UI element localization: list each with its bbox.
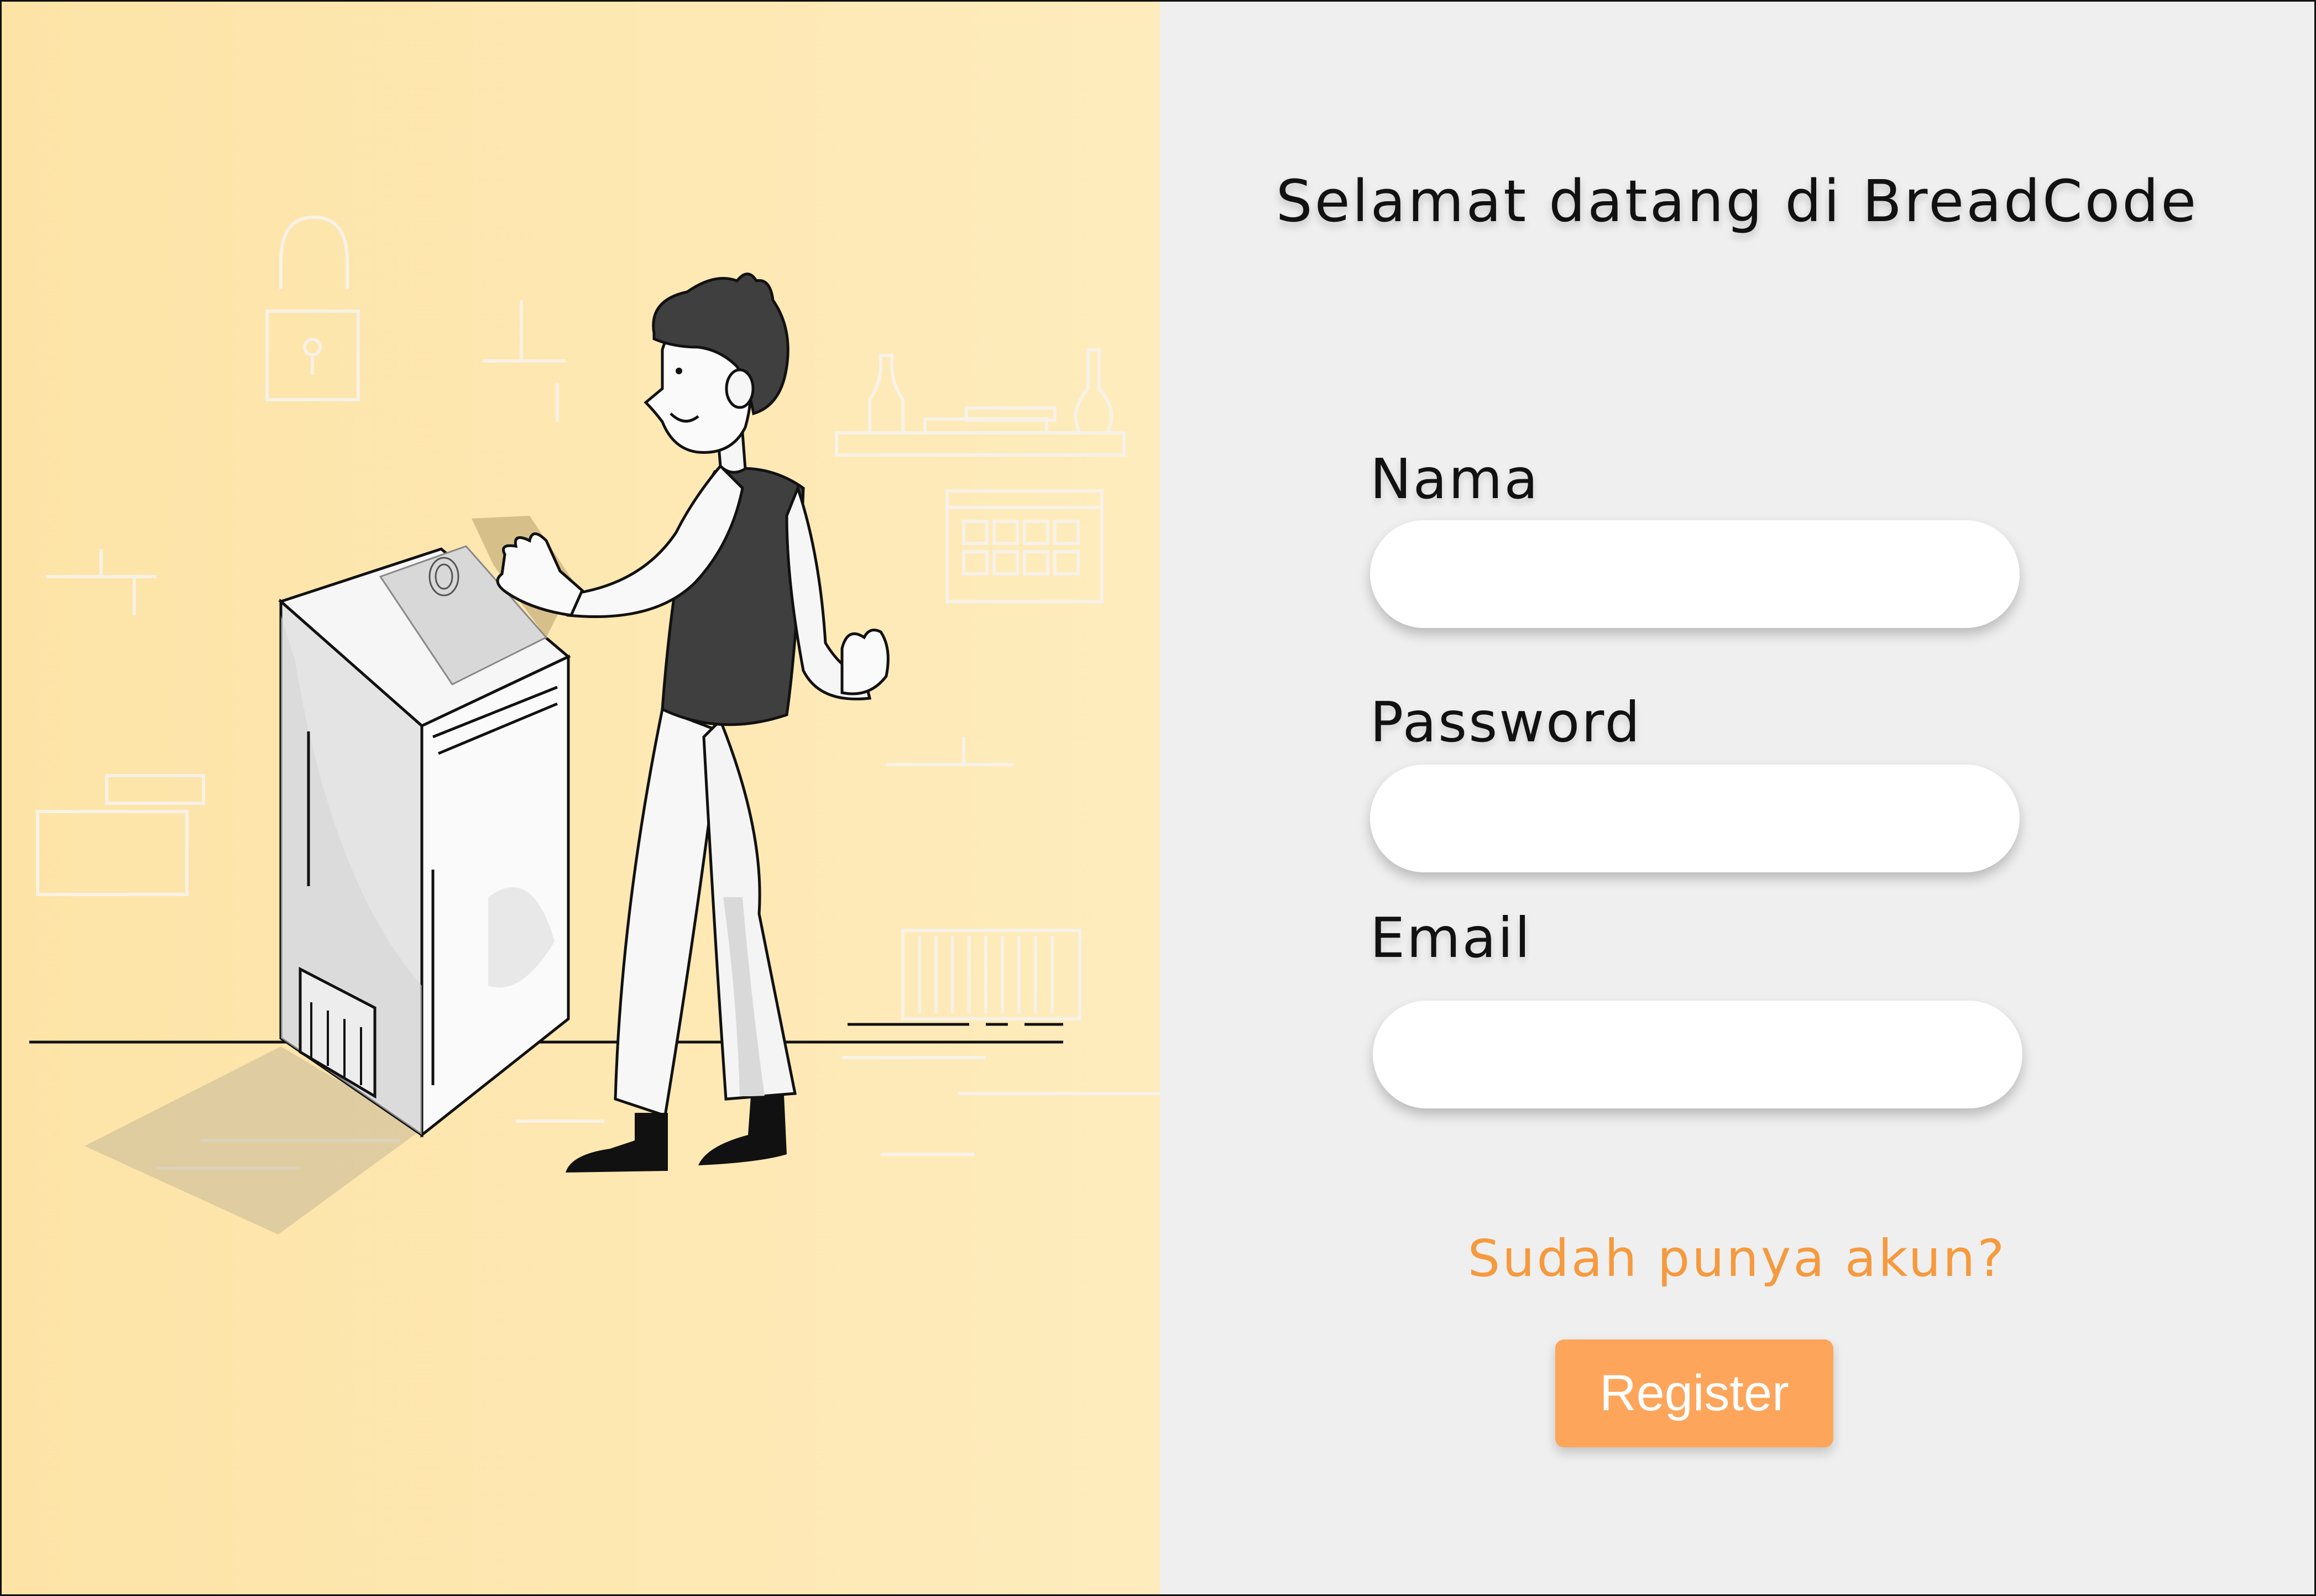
app-frame: Selamat datang di BreadCode Nama Passwor… xyxy=(0,0,2316,1596)
page-title: Selamat datang di BreadCode xyxy=(1275,168,2199,235)
login-link[interactable]: Sudah punya akun? xyxy=(1160,1229,2314,1288)
email-input[interactable] xyxy=(1373,1001,2022,1108)
register-button[interactable]: Register xyxy=(1555,1339,1833,1447)
name-label: Nama xyxy=(1370,447,1540,511)
password-input[interactable] xyxy=(1370,765,2020,872)
email-label: Email xyxy=(1370,906,1532,970)
illustration-panel xyxy=(2,2,1160,1594)
name-input[interactable] xyxy=(1370,520,2020,628)
register-form-panel: Selamat datang di BreadCode Nama Passwor… xyxy=(1160,2,2314,1594)
person-fingerprint-scanner-illustration xyxy=(29,215,1160,1234)
password-label: Password xyxy=(1370,690,1642,755)
